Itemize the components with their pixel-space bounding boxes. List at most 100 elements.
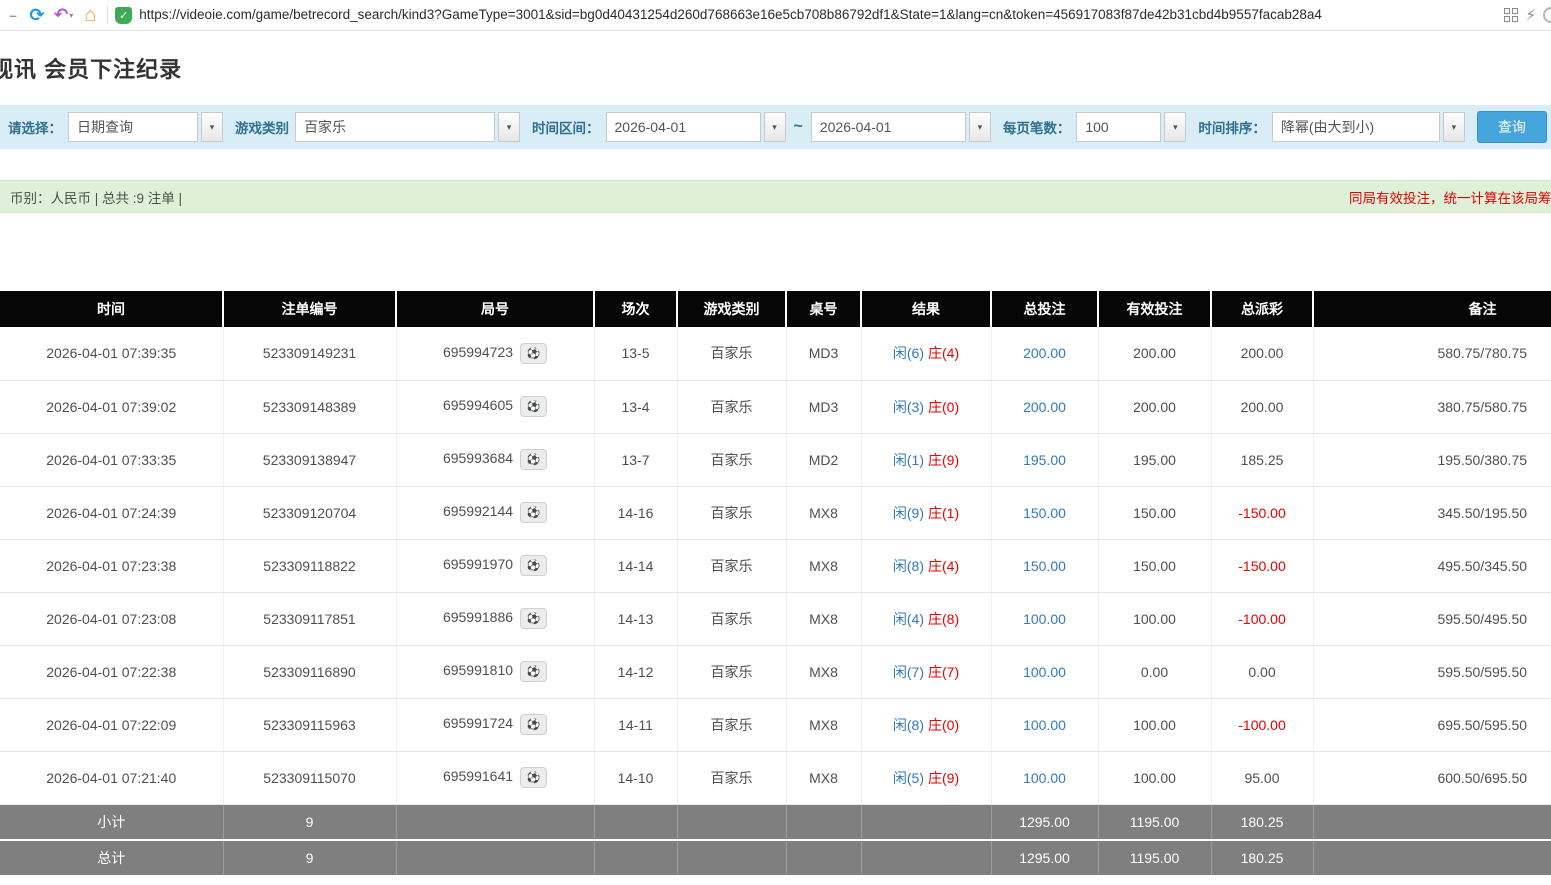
replay-video-icon[interactable]: ⚽ xyxy=(520,396,547,417)
toolbar-divider xyxy=(107,6,108,24)
sort-order-input[interactable] xyxy=(1272,112,1440,142)
total-bet-cell[interactable]: 150.00 xyxy=(991,539,1098,592)
page-size-input[interactable] xyxy=(1076,112,1161,142)
time-cell: 2026-04-01 07:33:35 xyxy=(0,433,223,486)
total-bet-cell[interactable]: 100.00 xyxy=(991,645,1098,698)
game-type-cell: 百家乐 xyxy=(677,645,786,698)
banker-result-link[interactable]: 庄(9) xyxy=(928,452,959,468)
game-type-input[interactable] xyxy=(295,112,495,142)
player-result-link[interactable]: 闲(1) xyxy=(893,452,924,468)
column-header-valid-bet: 有效投注 xyxy=(1098,291,1211,327)
total-bet-cell[interactable]: 100.00 xyxy=(991,751,1098,804)
round-number: 695991641 xyxy=(443,768,513,784)
bet-id-cell: 523309115963 xyxy=(223,698,396,751)
date-from-input[interactable] xyxy=(606,112,761,142)
banker-result-link[interactable]: 庄(0) xyxy=(928,717,959,733)
chevron-down-icon[interactable]: ▾ xyxy=(69,11,73,20)
chevron-down-icon[interactable]: ▾ xyxy=(498,112,520,142)
address-bar[interactable]: https://videoie.com/game/betrecord_searc… xyxy=(139,7,1497,23)
date-to-picker[interactable]: ▾ xyxy=(811,112,991,142)
page-size-select[interactable]: ▾ xyxy=(1076,112,1186,142)
total-bet-cell[interactable]: 100.00 xyxy=(991,698,1098,751)
total-bet-cell[interactable]: 195.00 xyxy=(991,433,1098,486)
back-icon[interactable]: – xyxy=(6,7,20,23)
round-number: 695994723 xyxy=(443,344,513,360)
total-cell-4 xyxy=(677,840,786,876)
total-cell-9: 180.25 xyxy=(1211,840,1313,876)
result-cell: 闲(8)庄(0) xyxy=(861,698,991,751)
column-header-time: 时间 xyxy=(0,291,223,327)
undo-icon[interactable]: ↶▾ xyxy=(54,5,73,25)
chevron-down-icon[interactable]: ▾ xyxy=(969,112,991,142)
lightning-icon[interactable]: ⚡ xyxy=(1525,6,1536,24)
player-result-link[interactable]: 闲(7) xyxy=(893,664,924,680)
subtotal-cell-9: 180.25 xyxy=(1211,804,1313,840)
banker-result-link[interactable]: 庄(7) xyxy=(928,664,959,680)
total-bet-cell[interactable]: 150.00 xyxy=(991,486,1098,539)
player-result-link[interactable]: 闲(8) xyxy=(893,558,924,574)
replay-video-icon[interactable]: ⚽ xyxy=(520,449,547,470)
secure-shield-icon[interactable]: ✓ xyxy=(115,7,132,24)
player-result-link[interactable]: 闲(6) xyxy=(893,345,924,361)
summary-bar: 币别：人民币 | 总共 :9 注单 | 同局有效投注，统一计算在该局筹码 xyxy=(0,180,1551,213)
banker-result-link[interactable]: 庄(4) xyxy=(928,558,959,574)
search-button[interactable]: 查询 xyxy=(1477,111,1547,143)
replay-video-icon[interactable]: ⚽ xyxy=(520,555,547,576)
cropped-toolbar-icon[interactable] xyxy=(1543,7,1551,23)
payout-cell: -100.00 xyxy=(1211,698,1313,751)
replay-video-icon[interactable]: ⚽ xyxy=(520,502,547,523)
game-type-select[interactable]: ▾ xyxy=(295,112,520,142)
banker-result-link[interactable]: 庄(9) xyxy=(928,770,959,786)
extensions-grid-icon[interactable] xyxy=(1504,8,1518,22)
replay-video-icon[interactable]: ⚽ xyxy=(520,767,547,788)
total-cell-5 xyxy=(786,840,861,876)
result-cell: 闲(3)庄(0) xyxy=(861,380,991,433)
query-type-select[interactable]: ▾ xyxy=(68,112,223,142)
replay-video-icon[interactable]: ⚽ xyxy=(520,343,547,364)
date-from-picker[interactable]: ▾ xyxy=(606,112,786,142)
round-cell: 695991724⚽ xyxy=(396,698,594,751)
player-result-link[interactable]: 闲(8) xyxy=(893,717,924,733)
round-number: 695991810 xyxy=(443,662,513,678)
date-to-input[interactable] xyxy=(811,112,966,142)
player-result-link[interactable]: 闲(5) xyxy=(893,770,924,786)
query-type-input[interactable] xyxy=(68,112,198,142)
sort-order-select[interactable]: ▾ xyxy=(1272,112,1465,142)
replay-video-icon[interactable]: ⚽ xyxy=(520,714,547,735)
note-cell: 595.50/495.50 xyxy=(1313,592,1551,645)
replay-video-icon[interactable]: ⚽ xyxy=(520,661,547,682)
payout-cell: 200.00 xyxy=(1211,380,1313,433)
table-no-cell: MD2 xyxy=(786,433,861,486)
bet-id-cell: 523309118822 xyxy=(223,539,396,592)
refresh-icon[interactable]: ⟳ xyxy=(27,5,47,26)
date-range-tilde: ~ xyxy=(794,118,803,136)
player-result-link[interactable]: 闲(9) xyxy=(893,505,924,521)
chevron-down-icon[interactable]: ▾ xyxy=(1443,112,1465,142)
replay-video-icon[interactable]: ⚽ xyxy=(520,608,547,629)
total-bet-cell[interactable]: 200.00 xyxy=(991,380,1098,433)
total-bet-cell[interactable]: 100.00 xyxy=(991,592,1098,645)
banker-result-link[interactable]: 庄(0) xyxy=(928,399,959,415)
column-header-total-bet: 总投注 xyxy=(991,291,1098,327)
banker-result-link[interactable]: 庄(1) xyxy=(928,505,959,521)
chevron-down-icon[interactable]: ▾ xyxy=(1164,112,1186,142)
player-result-link[interactable]: 闲(4) xyxy=(893,611,924,627)
result-cell: 闲(7)庄(7) xyxy=(861,645,991,698)
payout-cell: 0.00 xyxy=(1211,645,1313,698)
total-cell-1: 9 xyxy=(223,840,396,876)
bet-id-cell: 523309138947 xyxy=(223,433,396,486)
total-bet-cell[interactable]: 200.00 xyxy=(991,327,1098,380)
time-range-label: 时间区间： xyxy=(532,117,600,137)
bet-record-row: 2026-04-01 07:23:38523309118822695991970… xyxy=(0,539,1551,592)
player-result-link[interactable]: 闲(3) xyxy=(893,399,924,415)
banker-result-link[interactable]: 庄(4) xyxy=(928,345,959,361)
table-no-cell: MX8 xyxy=(786,698,861,751)
time-cell: 2026-04-01 07:39:35 xyxy=(0,327,223,380)
note-cell: 600.50/695.50 xyxy=(1313,751,1551,804)
banker-result-link[interactable]: 庄(8) xyxy=(928,611,959,627)
round-number: 695994605 xyxy=(443,397,513,413)
round-number: 695993684 xyxy=(443,450,513,466)
home-icon[interactable]: ⌂ xyxy=(80,4,100,27)
chevron-down-icon[interactable]: ▾ xyxy=(764,112,786,142)
chevron-down-icon[interactable]: ▾ xyxy=(201,112,223,142)
